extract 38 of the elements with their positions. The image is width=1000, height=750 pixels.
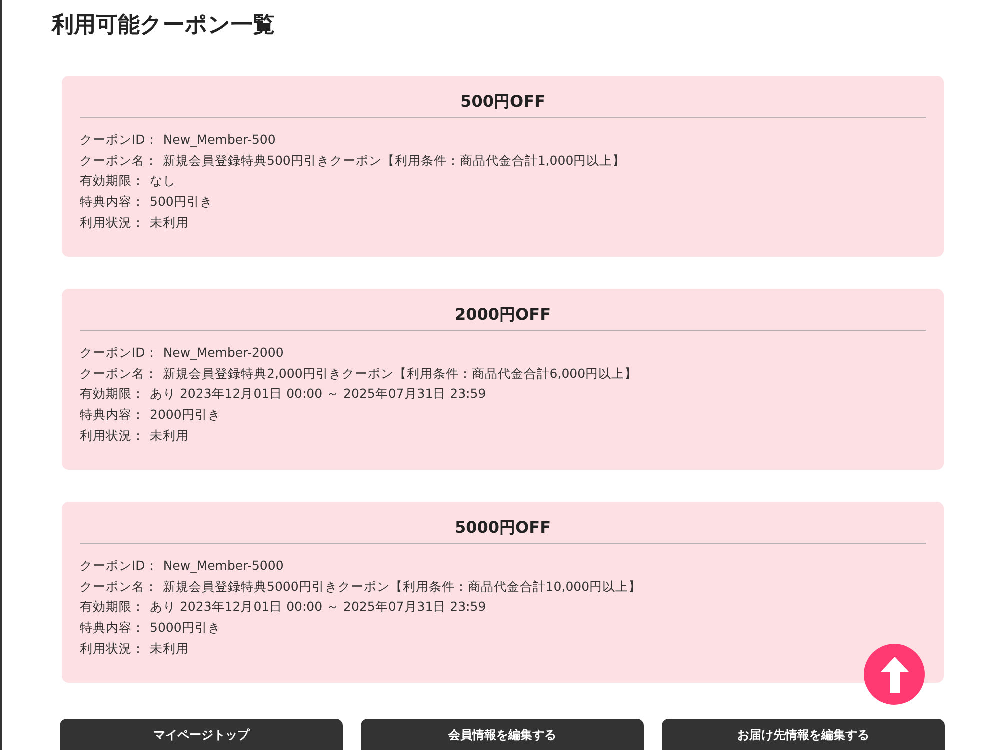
field-value: New_Member-2000 bbox=[163, 344, 284, 362]
field-label: 有効期限： bbox=[80, 385, 145, 404]
field-label: クーポン名： bbox=[80, 364, 158, 383]
field-value: 未利用 bbox=[150, 426, 189, 445]
nav-button[interactable]: 会員情報を編集する bbox=[361, 719, 644, 750]
field-value: 未利用 bbox=[150, 640, 189, 658]
field-label: クーポンID： bbox=[80, 131, 158, 149]
field-label: クーポンID： bbox=[80, 344, 158, 362]
field-label: 有効期限： bbox=[80, 598, 145, 616]
field-label: 特典内容： bbox=[80, 193, 145, 212]
field-value: 新規会員登録特典500円引きクーポン【利用条件：商品代金合計1,000円以上】 bbox=[163, 152, 626, 170]
field-value: New_Member-500 bbox=[163, 131, 276, 149]
field-value: 5000円引き bbox=[150, 619, 221, 638]
field-value: 2000円引き bbox=[150, 406, 221, 424]
field-value: なし bbox=[150, 172, 176, 190]
field-value: 新規会員登録特典2,000円引きクーポン【利用条件：商品代金合計6,000円以上】 bbox=[163, 364, 638, 383]
field-value: 新規会員登録特典5000円引きクーポン【利用条件：商品代金合計10,000円以上】 bbox=[163, 578, 642, 596]
nav-button[interactable]: お届け先情報を編集する bbox=[662, 719, 945, 750]
field-value: New_Member-5000 bbox=[163, 557, 284, 575]
field-label: クーポンID： bbox=[80, 557, 158, 575]
field-value: 500円引き bbox=[150, 193, 213, 212]
field-value: あり 2023年12月01日 00:00 ～ 2025年07月31日 23:59 bbox=[150, 385, 486, 404]
coupon-title: 500円OFF bbox=[80, 92, 926, 118]
field-label: クーポン名： bbox=[80, 578, 158, 596]
coupon-title: 2000円OFF bbox=[80, 305, 926, 331]
field-label: 特典内容： bbox=[80, 406, 145, 424]
nav-button[interactable]: マイページトップ bbox=[60, 719, 343, 750]
field-value: あり 2023年12月01日 00:00 ～ 2025年07月31日 23:59 bbox=[150, 598, 486, 616]
field-label: 特典内容： bbox=[80, 619, 145, 638]
field-label: 利用状況： bbox=[80, 214, 145, 232]
page-heading: 利用可能クーポン一覧 bbox=[50, 12, 276, 40]
field-label: 利用状況： bbox=[80, 640, 145, 658]
field-label: 利用状況： bbox=[80, 426, 145, 445]
field-label: 有効期限： bbox=[80, 172, 145, 190]
field-label: クーポン名： bbox=[80, 152, 158, 170]
field-value: 未利用 bbox=[150, 214, 189, 232]
coupon-title: 5000円OFF bbox=[80, 518, 926, 544]
arrow-up-icon bbox=[880, 656, 910, 694]
